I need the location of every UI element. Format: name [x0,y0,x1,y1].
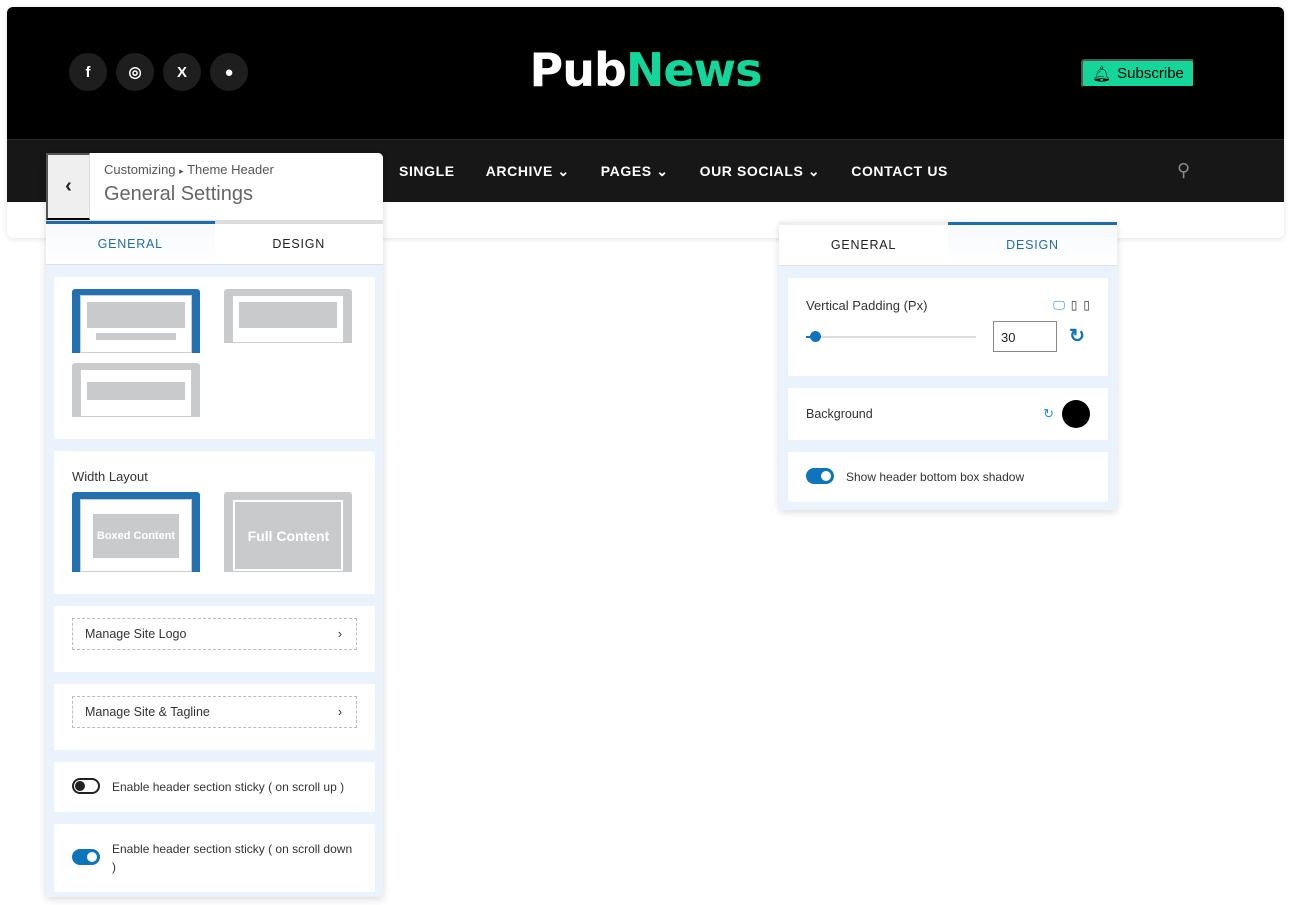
nav-label: ARCHIVE [485,162,553,179]
subscribe-label: Subscribe [1117,65,1184,82]
vertical-padding-label: Vertical Padding (Px) [806,298,928,313]
chevron-right-icon: › [337,705,342,719]
full-content-option[interactable]: Full Content [224,492,353,572]
tab-design[interactable]: DESIGN [948,222,1117,265]
customizer-panel: ‹ Customizing ▸ Theme Header General Set… [46,153,383,897]
link-label: Manage Site Logo [85,627,187,641]
back-button[interactable]: ‹ [46,153,90,220]
mobile-icon[interactable]: ▯ [1083,298,1090,313]
logo-part2: News [625,43,763,97]
layout-option-2[interactable] [224,289,352,343]
toggle-label: Enable header section sticky ( on scroll… [112,842,353,874]
logo-part1: Pub [529,43,627,97]
padding-input[interactable]: 30 [993,321,1057,352]
sticky-scroll-down-toggle[interactable] [72,849,100,865]
breadcrumb: Customizing ▸ Theme Header [104,162,274,177]
bell-icon: 🔔︎ [1092,65,1112,83]
search-icon[interactable]: ⚲ [1177,160,1190,181]
tablet-icon[interactable]: ▯ [1071,298,1078,313]
reset-icon[interactable]: ↻ [1043,406,1054,422]
nav-contact-us[interactable]: CONTACT US [851,163,948,179]
link-label: Manage Site & Tagline [85,705,210,719]
layout-option-1[interactable] [72,289,200,353]
chevron-right-icon: › [337,627,342,641]
tab-general[interactable]: GENERAL [46,221,215,264]
reset-icon[interactable]: ↻ [1069,325,1085,348]
nav-archive[interactable]: ARCHIVE ⌄ [486,163,570,180]
width-layout-label: Width Layout [72,469,148,484]
tab-design[interactable]: DESIGN [214,221,383,264]
full-label: Full Content [232,499,345,572]
nav-label: OUR SOCIALS [699,162,804,179]
subscribe-button[interactable]: 🔔︎ Subscribe [1081,59,1195,88]
nav-pages[interactable]: PAGES ⌄ [601,163,669,180]
box-shadow-toggle[interactable] [806,468,834,484]
manage-site-tagline-button[interactable]: Manage Site & Tagline › [72,696,357,728]
background-color-swatch[interactable] [1062,400,1090,428]
toggle-label: Show header bottom box shadow [846,470,1025,484]
background-label: Background [806,407,873,421]
panel-title: General Settings [104,183,253,205]
nav-label: PAGES [600,162,652,179]
boxed-content-option[interactable]: Boxed Content [72,492,200,572]
header-layout-options [72,289,357,417]
tab-general[interactable]: GENERAL [779,222,948,265]
layout-option-3[interactable] [72,363,200,417]
padding-slider[interactable] [806,330,976,342]
toggle-label: Enable header section sticky ( on scroll… [112,780,345,794]
breadcrumb-sep: ▸ [179,166,184,176]
manage-site-logo-button[interactable]: Manage Site Logo › [72,618,357,650]
nav-our-socials[interactable]: OUR SOCIALS ⌄ [700,163,821,180]
boxed-label: Boxed Content [93,513,179,558]
breadcrumb-item: Theme Header [187,162,274,177]
sticky-scroll-up-toggle[interactable] [72,778,100,794]
breadcrumb-root: Customizing [104,162,176,177]
nav-single[interactable]: SINGLE [399,163,455,179]
header-top: f ◎ X ● PubNews 🔔︎ Subscribe [7,7,1284,139]
design-panel: GENERAL DESIGN Vertical Padding (Px) 🖵︎ ▯… [779,222,1117,510]
desktop-icon[interactable]: 🖵︎ [1053,298,1065,313]
